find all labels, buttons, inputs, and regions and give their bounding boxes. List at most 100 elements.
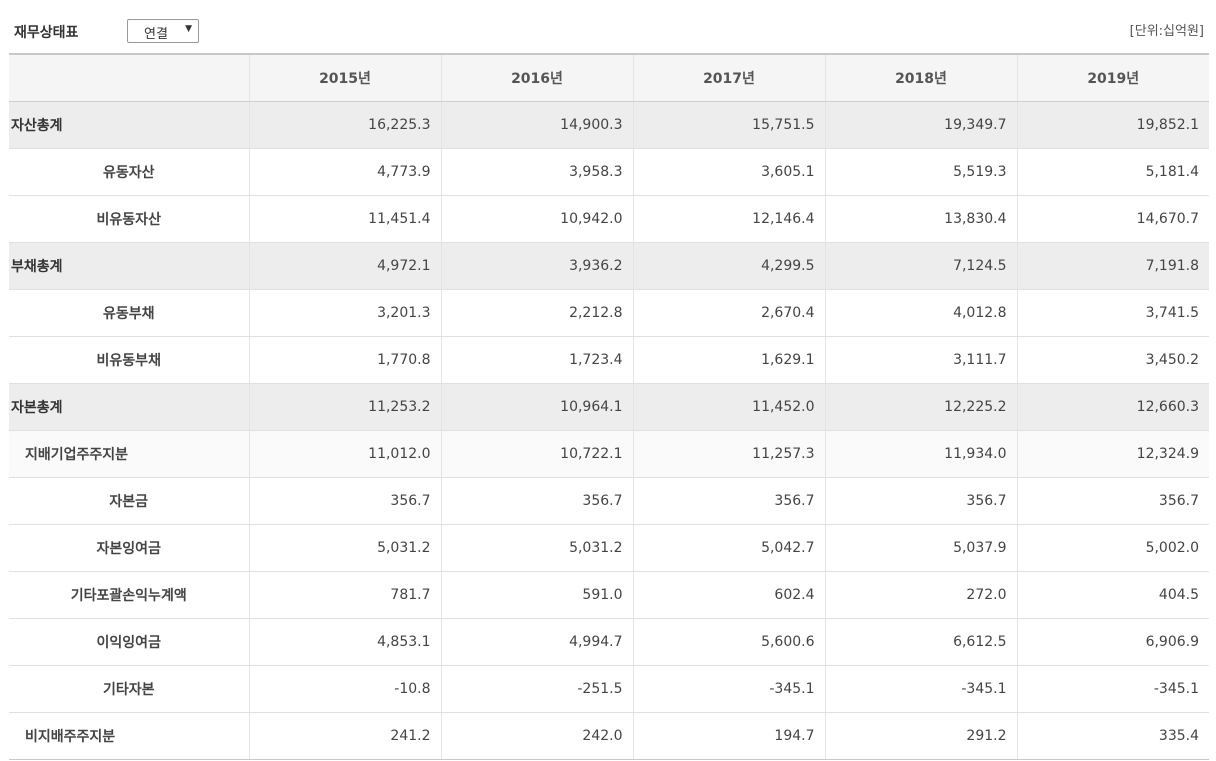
table-cell: 291.2 bbox=[824, 712, 1017, 760]
table-cell: 4,853.1 bbox=[248, 618, 441, 666]
row-label: 이익잉여금 bbox=[9, 618, 249, 666]
table-cell: 10,942.0 bbox=[440, 195, 633, 243]
table-cell: 2,670.4 bbox=[632, 289, 825, 337]
report-header: 재무상태표 연결 ▼ [단위:십억원] bbox=[0, 0, 1216, 54]
table-row: 비지배주주지분 241.2 242.0 194.7 291.2 335.4 bbox=[9, 712, 1209, 760]
row-label: 자본잉여금 bbox=[9, 524, 249, 572]
table-row: 기타포괄손익누계액 781.7 591.0 602.4 272.0 404.5 bbox=[9, 571, 1209, 619]
table-cell: -345.1 bbox=[824, 665, 1017, 713]
table-cell: -10.8 bbox=[248, 665, 441, 713]
table-cell: 12,225.2 bbox=[824, 383, 1017, 431]
table-cell: 11,257.3 bbox=[632, 430, 825, 478]
table-cell: 11,934.0 bbox=[824, 430, 1017, 478]
table-cell: 4,994.7 bbox=[440, 618, 633, 666]
row-label: 기타포괄손익누계액 bbox=[9, 571, 249, 619]
table-row: 유동부채 3,201.3 2,212.8 2,670.4 4,012.8 3,741.5 bbox=[9, 289, 1209, 337]
row-label: 기타자본 bbox=[9, 665, 249, 713]
table-cell: 6,612.5 bbox=[824, 618, 1017, 666]
table-cell: 5,037.9 bbox=[824, 524, 1017, 572]
table-cell: 194.7 bbox=[632, 712, 825, 760]
table-cell: 7,191.8 bbox=[1016, 242, 1209, 290]
table-row: 자본잉여금 5,031.2 5,031.2 5,042.7 5,037.9 5,002.0 bbox=[9, 524, 1209, 572]
table-cell: 2,212.8 bbox=[440, 289, 633, 337]
table-cell: 11,451.4 bbox=[248, 195, 441, 243]
table-cell: 5,042.7 bbox=[632, 524, 825, 572]
table-cell: 404.5 bbox=[1016, 571, 1209, 619]
table-cell: -345.1 bbox=[632, 665, 825, 713]
table-cell: 1,629.1 bbox=[632, 336, 825, 384]
table-header-row: 2015년 2016년 2017년 2018년 2019년 bbox=[9, 54, 1209, 102]
table-cell: 1,723.4 bbox=[440, 336, 633, 384]
table-cell: 4,773.9 bbox=[248, 148, 441, 196]
table-cell: 242.0 bbox=[440, 712, 633, 760]
column-header bbox=[9, 54, 249, 102]
table-cell: 10,722.1 bbox=[440, 430, 633, 478]
table-cell: 3,111.7 bbox=[824, 336, 1017, 384]
table-row: 기타자본 -10.8 -251.5 -345.1 -345.1 -345.1 bbox=[9, 665, 1209, 713]
row-label: 유동자산 bbox=[9, 148, 249, 196]
table-cell: 356.7 bbox=[632, 477, 825, 525]
table-cell: 19,349.7 bbox=[824, 101, 1017, 149]
table-cell: 3,958.3 bbox=[440, 148, 633, 196]
table-row: 자산총계 16,225.3 14,900.3 15,751.5 19,349.7 19,8… bbox=[9, 101, 1209, 149]
table-cell: 1,770.8 bbox=[248, 336, 441, 384]
table-cell: -251.5 bbox=[440, 665, 633, 713]
table-cell: 5,600.6 bbox=[632, 618, 825, 666]
column-header: 2016년 bbox=[440, 54, 633, 102]
table-cell: 12,146.4 bbox=[632, 195, 825, 243]
table-cell: 5,031.2 bbox=[248, 524, 441, 572]
table-cell: 16,225.3 bbox=[248, 101, 441, 149]
table-cell: 5,002.0 bbox=[1016, 524, 1209, 572]
table-row: 자본금 356.7 356.7 356.7 356.7 356.7 bbox=[9, 477, 1209, 525]
table-cell: 12,660.3 bbox=[1016, 383, 1209, 431]
row-label: 비유동자산 bbox=[9, 195, 249, 243]
table-cell: 7,124.5 bbox=[824, 242, 1017, 290]
table-row: 유동자산 4,773.9 3,958.3 3,605.1 5,519.3 5,181.4 bbox=[9, 148, 1209, 196]
table-cell: 356.7 bbox=[440, 477, 633, 525]
unit-label: [단위:십억원] bbox=[1129, 24, 1204, 39]
table-cell: 3,201.3 bbox=[248, 289, 441, 337]
table-cell: 19,852.1 bbox=[1016, 101, 1209, 149]
table-cell: 3,936.2 bbox=[440, 242, 633, 290]
table-cell: 4,299.5 bbox=[632, 242, 825, 290]
table-cell: 14,900.3 bbox=[440, 101, 633, 149]
table-cell: 11,253.2 bbox=[248, 383, 441, 431]
row-label: 자본총계 bbox=[9, 383, 249, 431]
table-cell: 241.2 bbox=[248, 712, 441, 760]
table-cell: 12,324.9 bbox=[1016, 430, 1209, 478]
table-cell: 3,605.1 bbox=[632, 148, 825, 196]
table-cell: -345.1 bbox=[1016, 665, 1209, 713]
table-row: 비유동부채 1,770.8 1,723.4 1,629.1 3,111.7 3,450.2 bbox=[9, 336, 1209, 384]
consolidation-select-value: 연결 bbox=[144, 27, 168, 42]
table-cell: 5,031.2 bbox=[440, 524, 633, 572]
column-header: 2019년 bbox=[1016, 54, 1209, 102]
row-label: 지배기업주주지분 bbox=[9, 430, 249, 478]
table-cell: 4,972.1 bbox=[248, 242, 441, 290]
row-label: 자산총계 bbox=[9, 101, 249, 149]
table-cell: 6,906.9 bbox=[1016, 618, 1209, 666]
table-cell: 781.7 bbox=[248, 571, 441, 619]
table-row: 자본총계 11,253.2 10,964.1 11,452.0 12,225.2 12,6… bbox=[9, 383, 1209, 431]
consolidation-select[interactable]: 연결 ▼ bbox=[127, 19, 199, 43]
table-row: 비유동자산 11,451.4 10,942.0 12,146.4 13,830.4 14,… bbox=[9, 195, 1209, 243]
table-cell: 335.4 bbox=[1016, 712, 1209, 760]
table-cell: 602.4 bbox=[632, 571, 825, 619]
table-cell: 4,012.8 bbox=[824, 289, 1017, 337]
table-cell: 356.7 bbox=[824, 477, 1017, 525]
table-body: 자산총계 16,225.3 14,900.3 15,751.5 19,349.7 19,8… bbox=[9, 101, 1209, 760]
row-label: 자본금 bbox=[9, 477, 249, 525]
table-cell: 3,450.2 bbox=[1016, 336, 1209, 384]
column-header: 2018년 bbox=[824, 54, 1017, 102]
table-cell: 5,519.3 bbox=[824, 148, 1017, 196]
row-label: 유동부채 bbox=[9, 289, 249, 337]
column-header: 2015년 bbox=[248, 54, 441, 102]
row-label: 비지배주주지분 bbox=[9, 712, 249, 760]
table-row: 지배기업주주지분 11,012.0 10,722.1 11,257.3 11,934.0… bbox=[9, 430, 1209, 478]
table-cell: 272.0 bbox=[824, 571, 1017, 619]
table-row: 이익잉여금 4,853.1 4,994.7 5,600.6 6,612.5 6,906.9 bbox=[9, 618, 1209, 666]
table-cell: 591.0 bbox=[440, 571, 633, 619]
table-cell: 13,830.4 bbox=[824, 195, 1017, 243]
table-cell: 3,741.5 bbox=[1016, 289, 1209, 337]
table-cell: 356.7 bbox=[248, 477, 441, 525]
chevron-down-icon: ▼ bbox=[185, 24, 192, 34]
